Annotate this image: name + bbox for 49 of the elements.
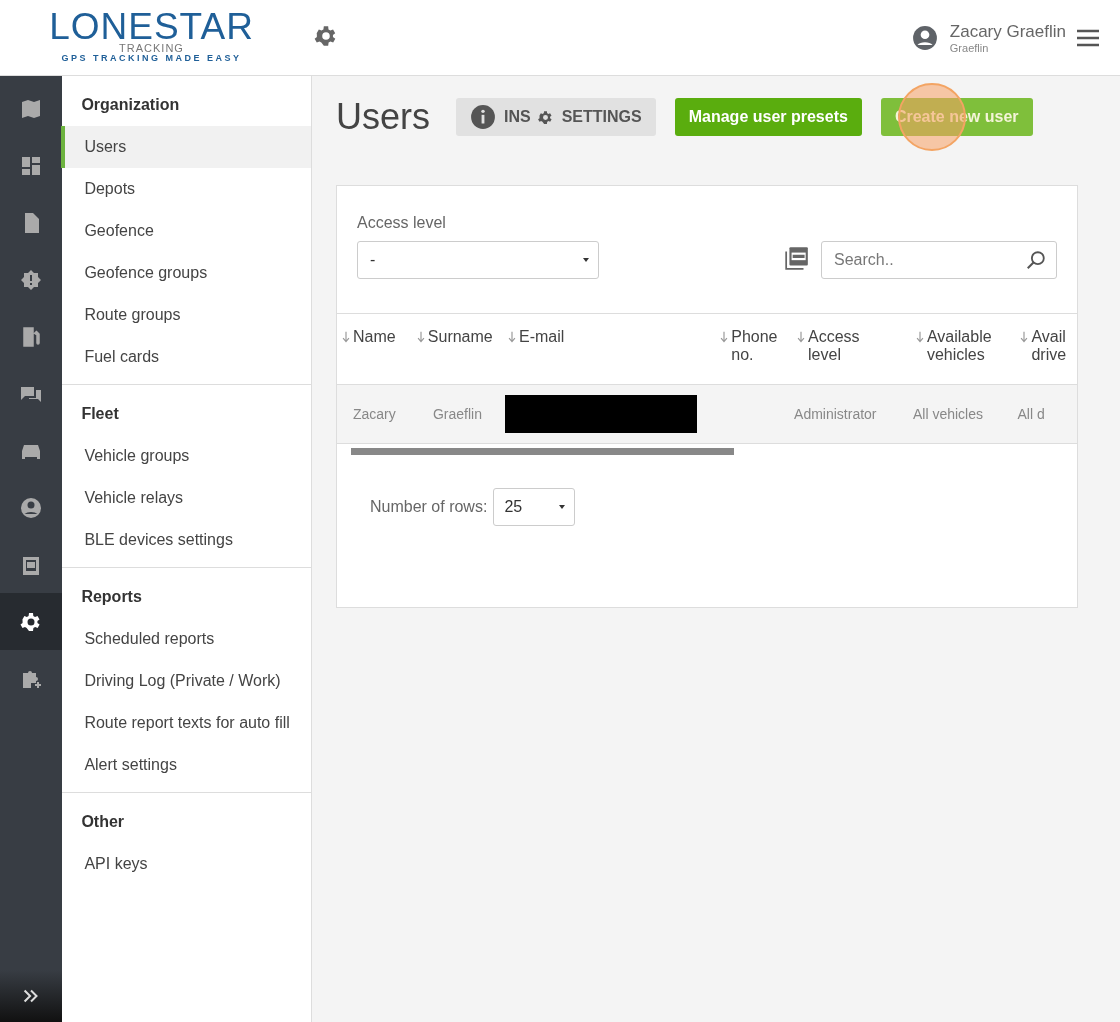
table-cell: All vehicles (912, 406, 983, 422)
table-cell: All d (1017, 406, 1045, 422)
column-header[interactable]: Name (339, 328, 410, 346)
account-name: Graeflin (949, 41, 990, 54)
search-field[interactable]: Search.. (821, 241, 1057, 279)
sidebar-item[interactable]: Route report texts for auto fill (61, 702, 311, 744)
column-header[interactable]: E-mail (505, 328, 716, 346)
info-icon (470, 104, 496, 130)
person-icon (19, 495, 44, 520)
section-heading: Fleet (80, 404, 120, 424)
settings-button[interactable]: SETTINGS (532, 98, 656, 136)
table-cell: Graeflin (432, 406, 482, 422)
section-heading: Other (80, 812, 126, 832)
field-label: Access level (357, 214, 447, 232)
rows-dropdown[interactable]: 25 (493, 488, 576, 526)
table-cell: Zacary (353, 406, 396, 422)
sidebar-item[interactable]: Geofence (61, 210, 311, 252)
rows-label: Number of rows: (370, 498, 488, 516)
sidebar-item[interactable]: Users (61, 126, 311, 168)
page-title: Users (336, 96, 430, 138)
access-level-dropdown[interactable]: - (357, 241, 599, 279)
column-header[interactable]: Phone no. (717, 328, 791, 364)
alert-icon (19, 267, 44, 292)
sidebar-item[interactable]: Scheduled reports (61, 618, 311, 660)
sidebar-item[interactable]: Fuel cards (61, 336, 311, 378)
account-icon[interactable] (911, 24, 938, 51)
sidebar-item[interactable]: Depots (61, 168, 311, 210)
info-button[interactable]: INS (456, 98, 533, 136)
sidebar-item[interactable]: API keys (61, 843, 311, 885)
column-header[interactable]: Surname (413, 328, 502, 346)
sidebar-item[interactable]: Driving Log (Private / Work) (61, 660, 311, 702)
user-name: Zacary Graeflin (949, 21, 1066, 42)
table-cell: Administrator (794, 406, 877, 422)
excel-export-icon (784, 245, 810, 271)
column-header[interactable]: Avail drive (1017, 328, 1075, 364)
column-header[interactable]: Access level (794, 328, 909, 364)
settings-icon (536, 108, 554, 126)
expand-button[interactable] (0, 970, 63, 1022)
sidebar-item[interactable]: Alert settings (61, 744, 311, 786)
sidebar-item[interactable]: BLE devices settings (61, 519, 311, 561)
search-icon (1025, 249, 1047, 271)
column-header[interactable]: Available vehicles (912, 328, 1014, 364)
section-heading: Organization (80, 95, 181, 115)
sidebar-item[interactable]: Geofence groups (61, 252, 311, 294)
sidebar-item[interactable]: Vehicle groups (61, 435, 311, 477)
sidebar-item[interactable]: Route groups (61, 294, 311, 336)
rail-item[interactable] (0, 593, 63, 650)
sidebar-item[interactable]: Vehicle relays (61, 477, 311, 519)
section-heading: Reports (80, 587, 143, 607)
